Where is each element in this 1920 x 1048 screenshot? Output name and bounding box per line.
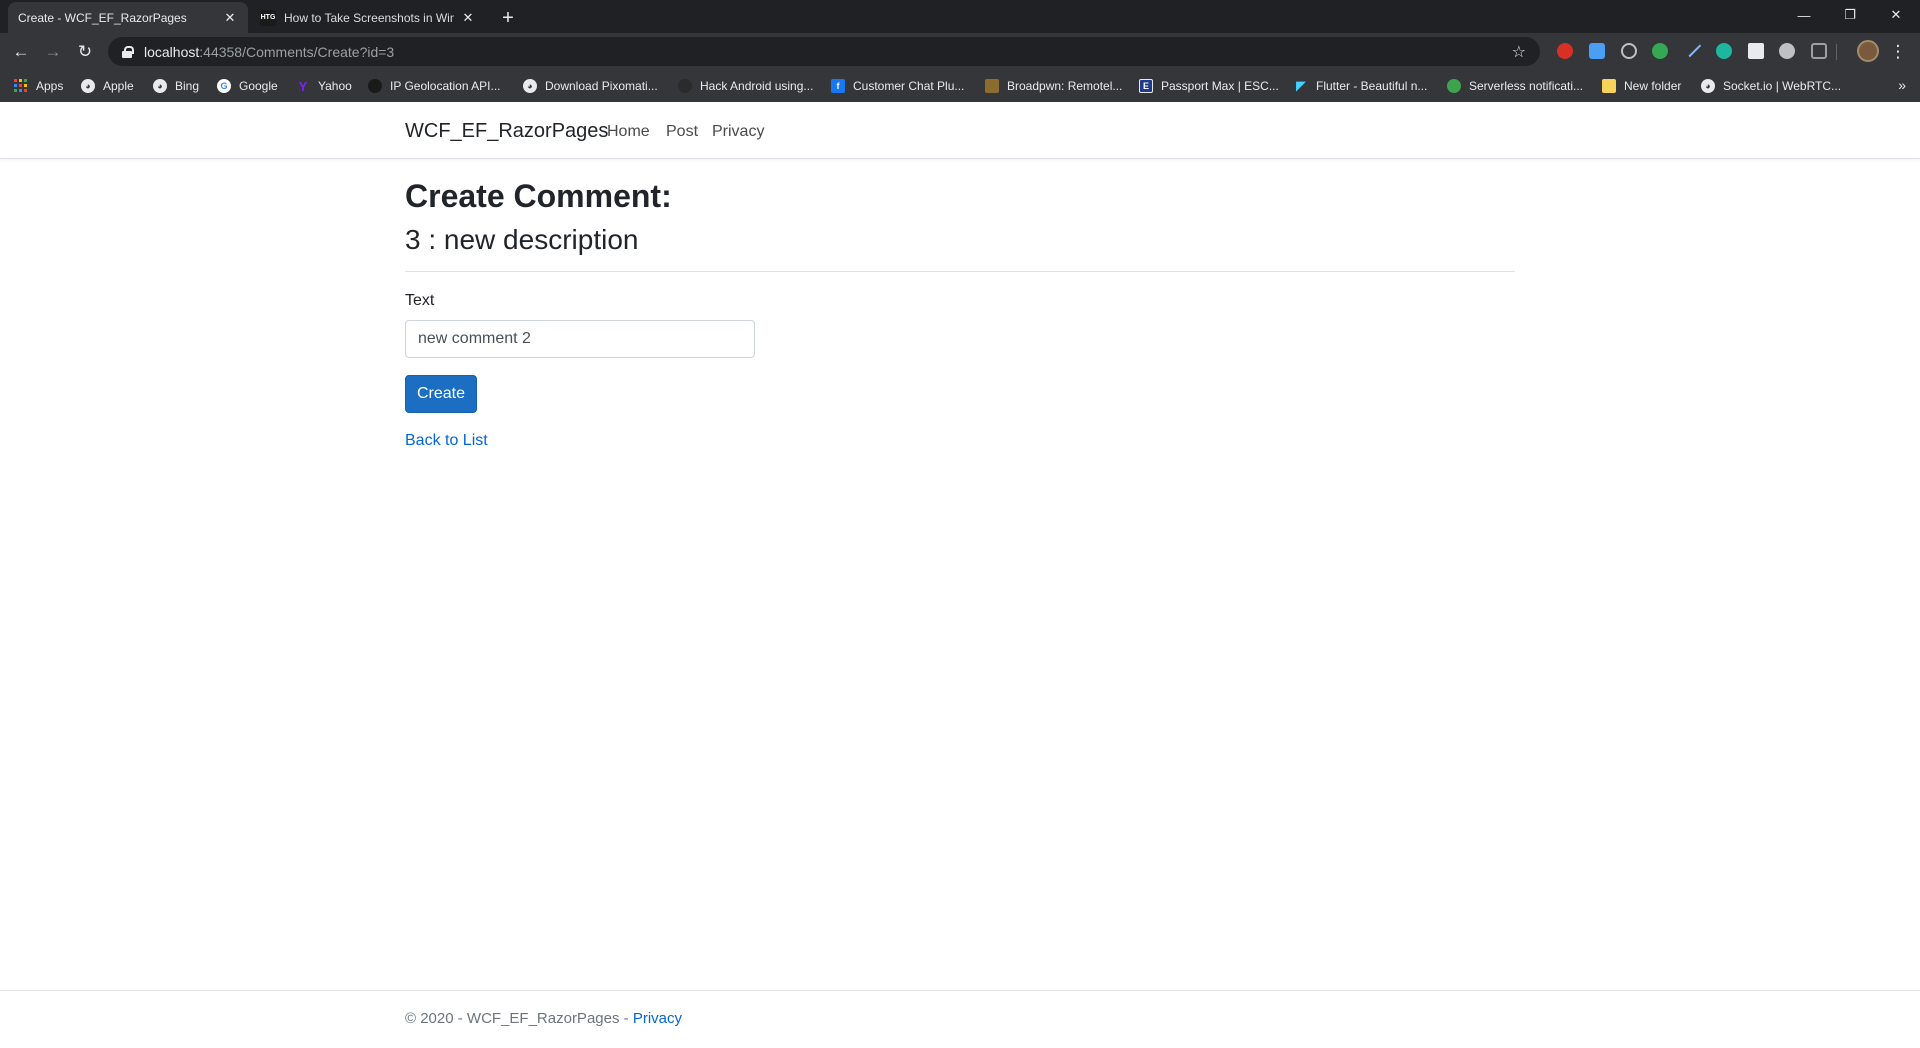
reload-button[interactable]: ↻ xyxy=(71,38,99,66)
browser-chrome: Create - WCF_EF_RazorPages ✕ HTG How to … xyxy=(0,0,1920,120)
address-bar[interactable]: localhost:44358/Comments/Create?id=3 ☆ xyxy=(108,37,1540,66)
bookmark-label: Download Pixomati... xyxy=(545,79,658,93)
new-tab-button[interactable]: + xyxy=(494,4,522,32)
bookmark-label: Apple xyxy=(103,79,134,93)
bookmark-label: Passport Max | ESC... xyxy=(1161,79,1279,93)
broadpwn-icon xyxy=(985,79,999,93)
bookmarks-bar: Apps ◕ Apple ◕ Bing G Google Y Yahoo IP … xyxy=(0,70,1920,102)
tab-title: How to Take Screenshots in Windo xyxy=(284,10,454,25)
footer-privacy-link[interactable]: Privacy xyxy=(633,1010,682,1027)
nav-post[interactable]: Post xyxy=(666,123,698,141)
bookmark-label: Broadpwn: Remotel... xyxy=(1007,79,1123,93)
nav-privacy[interactable]: Privacy xyxy=(712,123,764,141)
back-to-list-link[interactable]: Back to List xyxy=(405,432,488,450)
hack-icon xyxy=(678,79,692,93)
close-tab-icon[interactable]: ✕ xyxy=(222,10,238,26)
extension-red-icon[interactable] xyxy=(1557,43,1573,59)
footer-copyright: © 2020 - WCF_EF_RazorPages - xyxy=(405,1010,633,1027)
extension-clock-icon[interactable] xyxy=(1779,43,1795,59)
globe-icon: ◕ xyxy=(153,79,167,93)
bookmark-label: Bing xyxy=(175,79,200,93)
restore-button[interactable]: ❐ xyxy=(1827,0,1873,30)
apps-grid-icon xyxy=(14,79,28,93)
bookmark-customer-chat[interactable]: f Customer Chat Plu... xyxy=(831,77,964,95)
extension-pen-icon[interactable] xyxy=(1682,38,1702,58)
bookmark-label: Customer Chat Plu... xyxy=(853,79,965,93)
bookmark-label: Flutter - Beautiful n... xyxy=(1316,79,1428,93)
tab-create[interactable]: Create - WCF_EF_RazorPages ✕ xyxy=(8,2,248,120)
bookmark-ip-geolocation[interactable]: IP Geolocation API... xyxy=(368,77,501,95)
minimize-button[interactable]: — xyxy=(1781,0,1827,30)
text-label: Text xyxy=(405,292,435,309)
profile-avatar[interactable] xyxy=(1857,40,1879,62)
more-bookmarks-icon[interactable]: » xyxy=(1898,77,1906,93)
browser-toolbar: ← → ↻ localhost:44358/Comments/Create?id… xyxy=(0,33,1920,70)
url-text: localhost:44358/Comments/Create?id=3 xyxy=(144,44,394,60)
bookmark-label: Apps xyxy=(36,79,64,93)
close-window-button[interactable]: ✕ xyxy=(1873,0,1919,30)
bookmark-label: Serverless notificati... xyxy=(1469,79,1584,93)
close-tab-icon[interactable]: ✕ xyxy=(460,10,476,26)
bookmark-apple[interactable]: ◕ Apple xyxy=(81,77,134,95)
toolbar-divider xyxy=(1836,44,1837,60)
bookmark-label: Google xyxy=(239,79,278,93)
htg-icon: HTG xyxy=(260,9,276,26)
geolocation-icon xyxy=(368,79,382,93)
tab-strip: Create - WCF_EF_RazorPages ✕ HTG How to … xyxy=(0,0,1920,120)
bookmark-label: New folder xyxy=(1624,79,1682,93)
web-page: WCF_EF_RazorPages Home Post Privacy Crea… xyxy=(0,102,1920,1048)
facebook-icon: f xyxy=(831,79,845,93)
create-button[interactable]: Create xyxy=(405,375,477,413)
extension-green-icon[interactable] xyxy=(1652,43,1668,59)
bookmark-label: IP Geolocation API... xyxy=(390,79,501,93)
extension-target-icon[interactable] xyxy=(1621,43,1637,59)
bookmark-label: Socket.io | WebRTC... xyxy=(1723,79,1842,93)
bookmark-bing[interactable]: ◕ Bing xyxy=(153,77,199,95)
divider xyxy=(405,271,1515,272)
folder-icon xyxy=(1602,79,1616,93)
url-path: :44358/Comments/Create?id=3 xyxy=(199,43,395,60)
yahoo-icon: Y xyxy=(298,78,308,94)
site-footer: © 2020 - WCF_EF_RazorPages - Privacy xyxy=(0,990,1920,1048)
site-brand[interactable]: WCF_EF_RazorPages xyxy=(405,120,608,143)
nav-home[interactable]: Home xyxy=(607,123,650,141)
url-host: localhost xyxy=(144,43,200,60)
globe-icon: ◕ xyxy=(81,79,95,93)
bookmark-socketio[interactable]: ◕ Socket.io | WebRTC... xyxy=(1701,77,1841,95)
flutter-icon: ◤ xyxy=(1296,78,1306,93)
comment-text-input[interactable] xyxy=(405,320,755,358)
bookmark-label: Yahoo xyxy=(318,79,352,93)
browser-menu-icon[interactable]: ⋮ xyxy=(1888,38,1908,66)
extension-m-icon[interactable] xyxy=(1716,43,1732,59)
bookmark-star-icon[interactable]: ☆ xyxy=(1512,42,1526,62)
bookmark-hack-android[interactable]: Hack Android using... xyxy=(678,77,813,95)
tab-how-to-screenshots[interactable]: HTG How to Take Screenshots in Windo ✕ xyxy=(250,2,486,33)
bookmark-yahoo[interactable]: Y Yahoo xyxy=(296,77,352,95)
google-icon: G xyxy=(217,79,231,93)
bookmark-label: Hack Android using... xyxy=(700,79,814,93)
bookmark-broadpwn[interactable]: Broadpwn: Remotel... xyxy=(985,77,1122,95)
bookmark-passport-max[interactable]: E Passport Max | ESC... xyxy=(1139,77,1279,95)
post-subtitle: 3 : new description xyxy=(405,224,639,255)
bookmark-flutter[interactable]: ◤ Flutter - Beautiful n... xyxy=(1294,77,1427,95)
footer-text: © 2020 - WCF_EF_RazorPages - Privacy xyxy=(405,1010,682,1027)
lock-icon xyxy=(122,45,134,58)
back-button[interactable]: ← xyxy=(7,38,35,66)
extension-qr-icon[interactable] xyxy=(1748,43,1764,59)
site-navbar: WCF_EF_RazorPages Home Post Privacy xyxy=(0,102,1920,159)
serverless-icon xyxy=(1447,79,1461,93)
bookmark-pixomatic[interactable]: ◕ Download Pixomati... xyxy=(523,77,658,95)
page-title: Create Comment: xyxy=(405,178,672,214)
extension-cloud-icon[interactable] xyxy=(1589,43,1605,59)
bookmark-apps[interactable]: Apps xyxy=(14,77,63,95)
passport-icon: E xyxy=(1139,79,1153,93)
tab-title: Create - WCF_EF_RazorPages xyxy=(18,10,187,25)
globe-icon: ◕ xyxy=(523,79,537,93)
bookmark-new-folder[interactable]: New folder xyxy=(1602,77,1681,95)
bookmark-google[interactable]: G Google xyxy=(217,77,278,95)
extension-c-icon[interactable] xyxy=(1811,43,1827,59)
bookmark-serverless[interactable]: Serverless notificati... xyxy=(1447,77,1583,95)
forward-button[interactable]: → xyxy=(39,38,67,66)
globe-icon: ◕ xyxy=(1701,79,1715,93)
